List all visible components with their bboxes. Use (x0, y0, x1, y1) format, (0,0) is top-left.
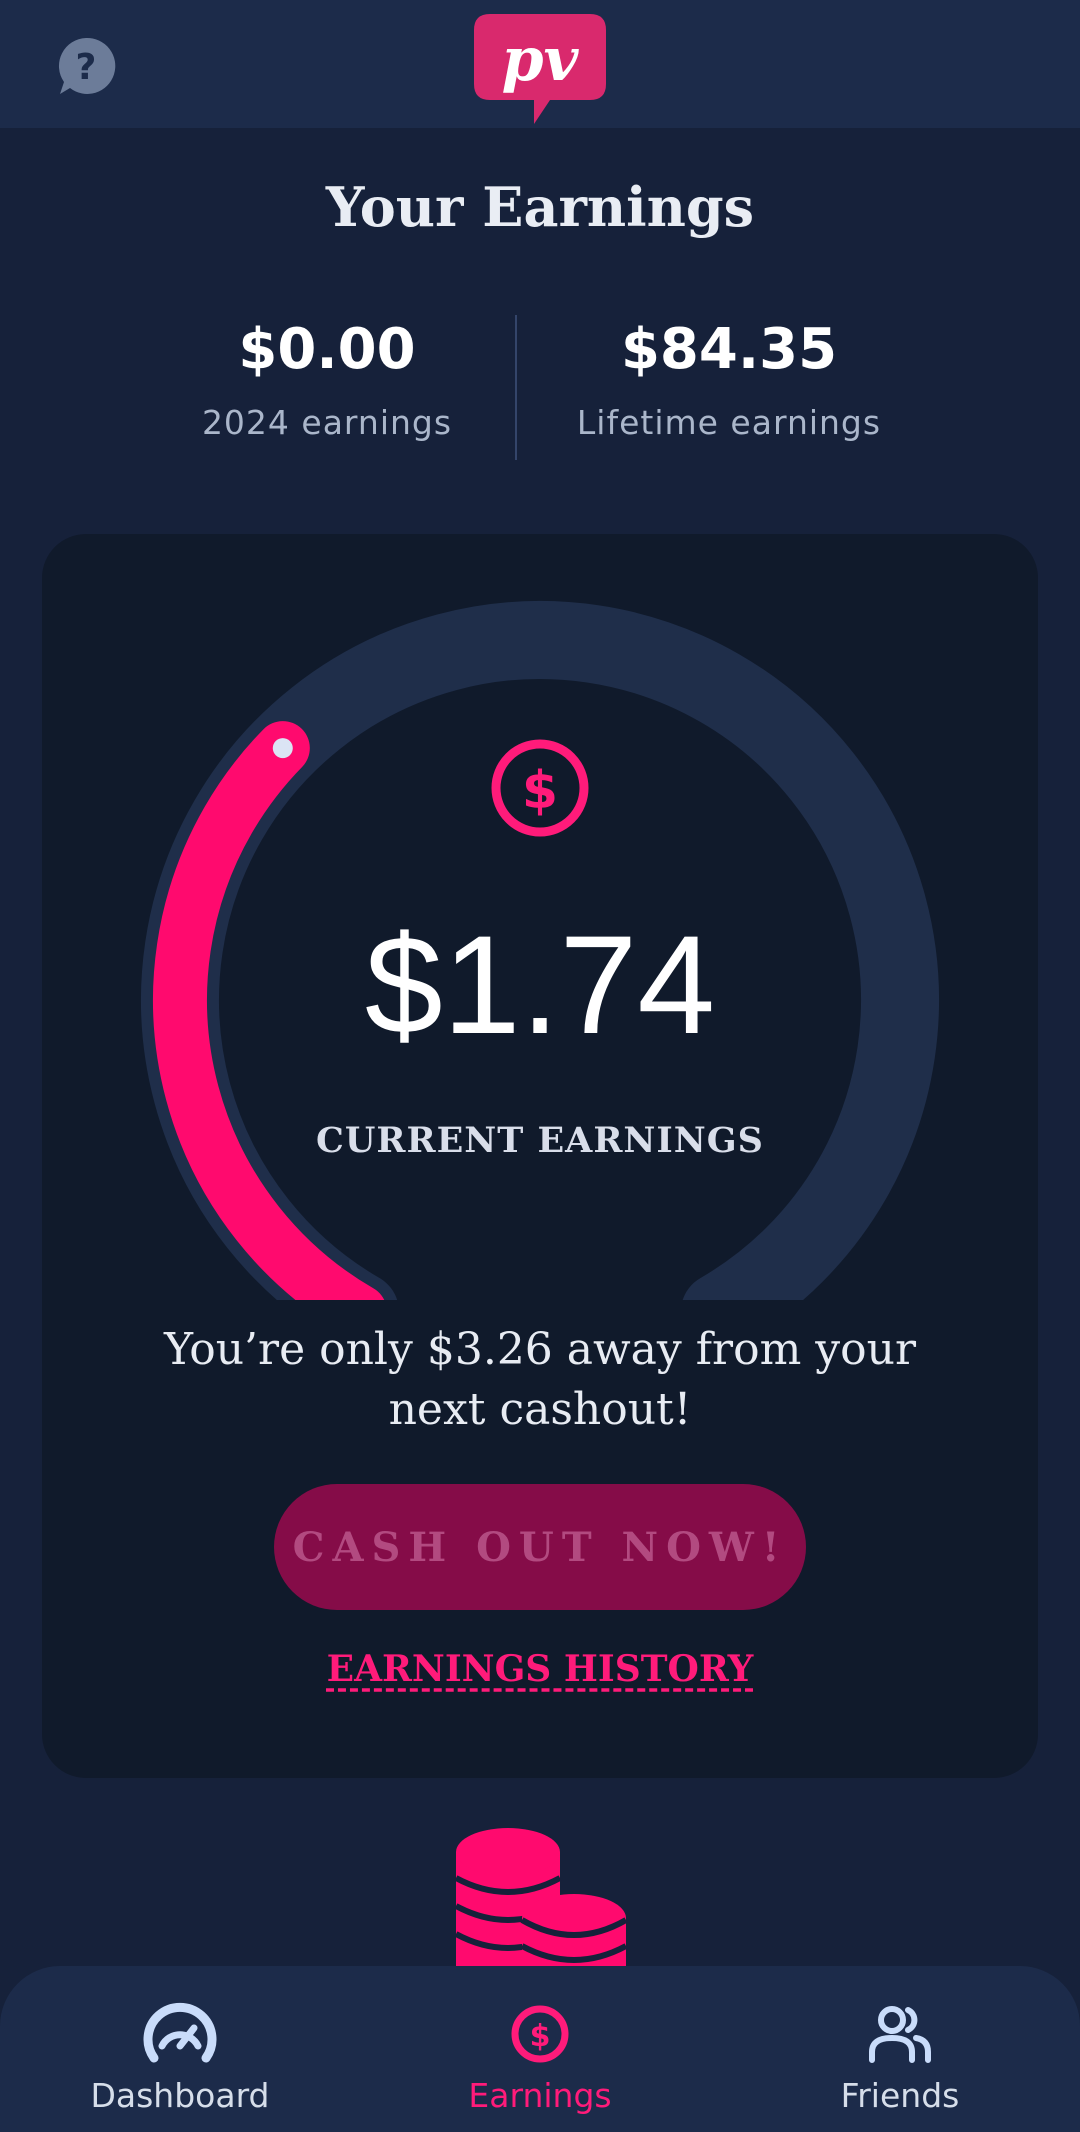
current-earnings-label: CURRENT EARNINGS (316, 1120, 764, 1161)
friends-icon (869, 2006, 931, 2063)
dashboard-icon (143, 2002, 217, 2063)
coins-icon (454, 1828, 628, 1968)
earnings-gauge: $ (141, 601, 939, 1300)
nav-dashboard[interactable]: Dashboard (30, 1966, 330, 2132)
nav-earnings-label: Earnings (468, 2076, 612, 2115)
nav-earnings[interactable]: $ Earnings (390, 1966, 690, 2132)
cashout-remaining-message: You’re only $3.26 away from your next ca… (164, 1324, 916, 1435)
cash-out-button[interactable]: CASH OUT NOW! (274, 1484, 806, 1610)
dollar-circle-icon: $ (511, 2005, 569, 2063)
gauge-progress-knob (272, 738, 293, 759)
nav-friends[interactable]: Friends (750, 1966, 1050, 2132)
bottom-navigation: Dashboard $ Earnings Friends (0, 1966, 1080, 2132)
earnings-history-link[interactable]: EARNINGS HISTORY (0, 1648, 1080, 1690)
current-earnings-value: $1.74 (364, 906, 716, 1063)
svg-text:$: $ (530, 2019, 551, 2054)
nav-friends-label: Friends (840, 2076, 960, 2115)
dollar-circle-icon: $ (491, 739, 589, 837)
nav-dashboard-label: Dashboard (90, 2076, 270, 2115)
svg-text:$: $ (522, 761, 558, 821)
